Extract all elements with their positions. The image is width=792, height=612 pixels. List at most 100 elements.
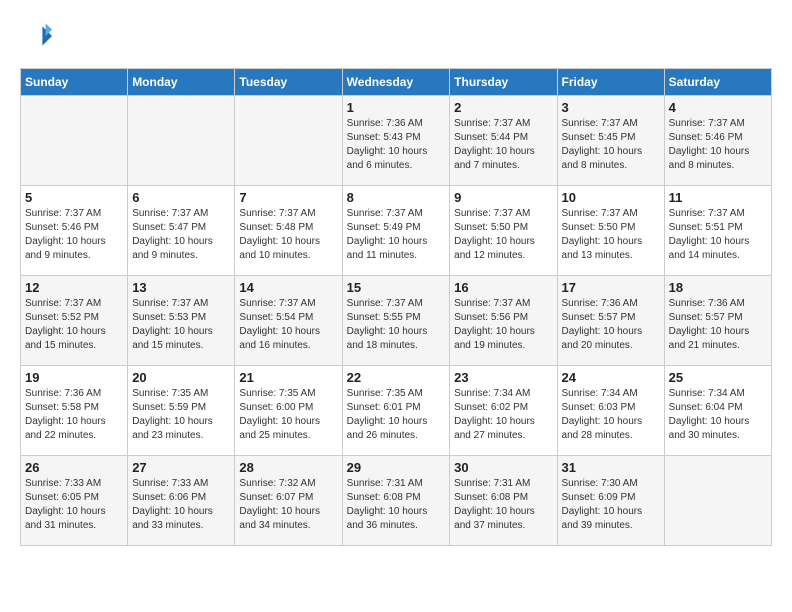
week-row-3: 12 Sunrise: 7:37 AMSunset: 5:52 PMDaylig…	[21, 276, 772, 366]
page-header	[20, 20, 772, 52]
calendar-cell: 22 Sunrise: 7:35 AMSunset: 6:01 PMDaylig…	[342, 366, 450, 456]
calendar-cell: 21 Sunrise: 7:35 AMSunset: 6:00 PMDaylig…	[235, 366, 342, 456]
calendar-cell: 8 Sunrise: 7:37 AMSunset: 5:49 PMDayligh…	[342, 186, 450, 276]
week-row-5: 26 Sunrise: 7:33 AMSunset: 6:05 PMDaylig…	[21, 456, 772, 546]
day-number: 15	[347, 280, 446, 295]
calendar-cell: 28 Sunrise: 7:32 AMSunset: 6:07 PMDaylig…	[235, 456, 342, 546]
weekday-header-saturday: Saturday	[664, 69, 771, 96]
calendar-cell: 29 Sunrise: 7:31 AMSunset: 6:08 PMDaylig…	[342, 456, 450, 546]
cell-info: Sunrise: 7:32 AMSunset: 6:07 PMDaylight:…	[239, 477, 337, 533]
cell-info: Sunrise: 7:34 AMSunset: 6:02 PMDaylight:…	[454, 387, 552, 443]
weekday-header-tuesday: Tuesday	[235, 69, 342, 96]
day-number: 1	[347, 100, 446, 115]
weekday-header-monday: Monday	[128, 69, 235, 96]
calendar-cell: 26 Sunrise: 7:33 AMSunset: 6:05 PMDaylig…	[21, 456, 128, 546]
day-number: 31	[562, 460, 660, 475]
day-number: 27	[132, 460, 230, 475]
week-row-1: 1 Sunrise: 7:36 AMSunset: 5:43 PMDayligh…	[21, 96, 772, 186]
day-number: 13	[132, 280, 230, 295]
calendar-cell: 31 Sunrise: 7:30 AMSunset: 6:09 PMDaylig…	[557, 456, 664, 546]
calendar-cell	[664, 456, 771, 546]
calendar-cell: 2 Sunrise: 7:37 AMSunset: 5:44 PMDayligh…	[450, 96, 557, 186]
day-number: 4	[669, 100, 767, 115]
calendar-cell: 20 Sunrise: 7:35 AMSunset: 5:59 PMDaylig…	[128, 366, 235, 456]
cell-info: Sunrise: 7:36 AMSunset: 5:43 PMDaylight:…	[347, 117, 446, 173]
cell-info: Sunrise: 7:36 AMSunset: 5:57 PMDaylight:…	[669, 297, 767, 353]
calendar-cell: 11 Sunrise: 7:37 AMSunset: 5:51 PMDaylig…	[664, 186, 771, 276]
cell-info: Sunrise: 7:36 AMSunset: 5:57 PMDaylight:…	[562, 297, 660, 353]
calendar-cell: 4 Sunrise: 7:37 AMSunset: 5:46 PMDayligh…	[664, 96, 771, 186]
calendar-cell	[128, 96, 235, 186]
cell-info: Sunrise: 7:37 AMSunset: 5:54 PMDaylight:…	[239, 297, 337, 353]
cell-info: Sunrise: 7:37 AMSunset: 5:46 PMDaylight:…	[669, 117, 767, 173]
calendar-cell: 27 Sunrise: 7:33 AMSunset: 6:06 PMDaylig…	[128, 456, 235, 546]
cell-info: Sunrise: 7:31 AMSunset: 6:08 PMDaylight:…	[347, 477, 446, 533]
day-number: 7	[239, 190, 337, 205]
weekday-header-friday: Friday	[557, 69, 664, 96]
day-number: 12	[25, 280, 123, 295]
cell-info: Sunrise: 7:31 AMSunset: 6:08 PMDaylight:…	[454, 477, 552, 533]
cell-info: Sunrise: 7:35 AMSunset: 6:00 PMDaylight:…	[239, 387, 337, 443]
calendar-cell: 13 Sunrise: 7:37 AMSunset: 5:53 PMDaylig…	[128, 276, 235, 366]
calendar-cell: 7 Sunrise: 7:37 AMSunset: 5:48 PMDayligh…	[235, 186, 342, 276]
cell-info: Sunrise: 7:37 AMSunset: 5:44 PMDaylight:…	[454, 117, 552, 173]
cell-info: Sunrise: 7:34 AMSunset: 6:03 PMDaylight:…	[562, 387, 660, 443]
cell-info: Sunrise: 7:30 AMSunset: 6:09 PMDaylight:…	[562, 477, 660, 533]
day-number: 16	[454, 280, 552, 295]
day-number: 14	[239, 280, 337, 295]
cell-info: Sunrise: 7:37 AMSunset: 5:51 PMDaylight:…	[669, 207, 767, 263]
weekday-header-thursday: Thursday	[450, 69, 557, 96]
day-number: 29	[347, 460, 446, 475]
day-number: 3	[562, 100, 660, 115]
cell-info: Sunrise: 7:35 AMSunset: 5:59 PMDaylight:…	[132, 387, 230, 443]
day-number: 5	[25, 190, 123, 205]
cell-info: Sunrise: 7:37 AMSunset: 5:50 PMDaylight:…	[562, 207, 660, 263]
day-number: 26	[25, 460, 123, 475]
cell-info: Sunrise: 7:37 AMSunset: 5:56 PMDaylight:…	[454, 297, 552, 353]
calendar-cell	[235, 96, 342, 186]
day-number: 20	[132, 370, 230, 385]
calendar-cell: 18 Sunrise: 7:36 AMSunset: 5:57 PMDaylig…	[664, 276, 771, 366]
calendar-cell: 23 Sunrise: 7:34 AMSunset: 6:02 PMDaylig…	[450, 366, 557, 456]
cell-info: Sunrise: 7:37 AMSunset: 5:55 PMDaylight:…	[347, 297, 446, 353]
day-number: 10	[562, 190, 660, 205]
cell-info: Sunrise: 7:37 AMSunset: 5:50 PMDaylight:…	[454, 207, 552, 263]
weekday-header-sunday: Sunday	[21, 69, 128, 96]
calendar-cell: 14 Sunrise: 7:37 AMSunset: 5:54 PMDaylig…	[235, 276, 342, 366]
calendar-cell: 9 Sunrise: 7:37 AMSunset: 5:50 PMDayligh…	[450, 186, 557, 276]
calendar-cell: 16 Sunrise: 7:37 AMSunset: 5:56 PMDaylig…	[450, 276, 557, 366]
calendar-cell: 24 Sunrise: 7:34 AMSunset: 6:03 PMDaylig…	[557, 366, 664, 456]
day-number: 11	[669, 190, 767, 205]
calendar-cell: 10 Sunrise: 7:37 AMSunset: 5:50 PMDaylig…	[557, 186, 664, 276]
week-row-2: 5 Sunrise: 7:37 AMSunset: 5:46 PMDayligh…	[21, 186, 772, 276]
cell-info: Sunrise: 7:37 AMSunset: 5:47 PMDaylight:…	[132, 207, 230, 263]
cell-info: Sunrise: 7:37 AMSunset: 5:49 PMDaylight:…	[347, 207, 446, 263]
day-number: 30	[454, 460, 552, 475]
week-row-4: 19 Sunrise: 7:36 AMSunset: 5:58 PMDaylig…	[21, 366, 772, 456]
day-number: 17	[562, 280, 660, 295]
cell-info: Sunrise: 7:37 AMSunset: 5:48 PMDaylight:…	[239, 207, 337, 263]
calendar-cell: 17 Sunrise: 7:36 AMSunset: 5:57 PMDaylig…	[557, 276, 664, 366]
calendar-cell: 5 Sunrise: 7:37 AMSunset: 5:46 PMDayligh…	[21, 186, 128, 276]
calendar-cell: 12 Sunrise: 7:37 AMSunset: 5:52 PMDaylig…	[21, 276, 128, 366]
calendar-table: SundayMondayTuesdayWednesdayThursdayFrid…	[20, 68, 772, 546]
cell-info: Sunrise: 7:33 AMSunset: 6:05 PMDaylight:…	[25, 477, 123, 533]
day-number: 2	[454, 100, 552, 115]
day-number: 22	[347, 370, 446, 385]
day-number: 23	[454, 370, 552, 385]
cell-info: Sunrise: 7:37 AMSunset: 5:46 PMDaylight:…	[25, 207, 123, 263]
day-number: 24	[562, 370, 660, 385]
cell-info: Sunrise: 7:37 AMSunset: 5:52 PMDaylight:…	[25, 297, 123, 353]
day-number: 21	[239, 370, 337, 385]
cell-info: Sunrise: 7:33 AMSunset: 6:06 PMDaylight:…	[132, 477, 230, 533]
calendar-cell: 3 Sunrise: 7:37 AMSunset: 5:45 PMDayligh…	[557, 96, 664, 186]
calendar-cell: 6 Sunrise: 7:37 AMSunset: 5:47 PMDayligh…	[128, 186, 235, 276]
cell-info: Sunrise: 7:36 AMSunset: 5:58 PMDaylight:…	[25, 387, 123, 443]
calendar-cell	[21, 96, 128, 186]
day-number: 19	[25, 370, 123, 385]
day-number: 6	[132, 190, 230, 205]
logo	[20, 20, 56, 52]
calendar-cell: 15 Sunrise: 7:37 AMSunset: 5:55 PMDaylig…	[342, 276, 450, 366]
calendar-cell: 25 Sunrise: 7:34 AMSunset: 6:04 PMDaylig…	[664, 366, 771, 456]
day-number: 25	[669, 370, 767, 385]
